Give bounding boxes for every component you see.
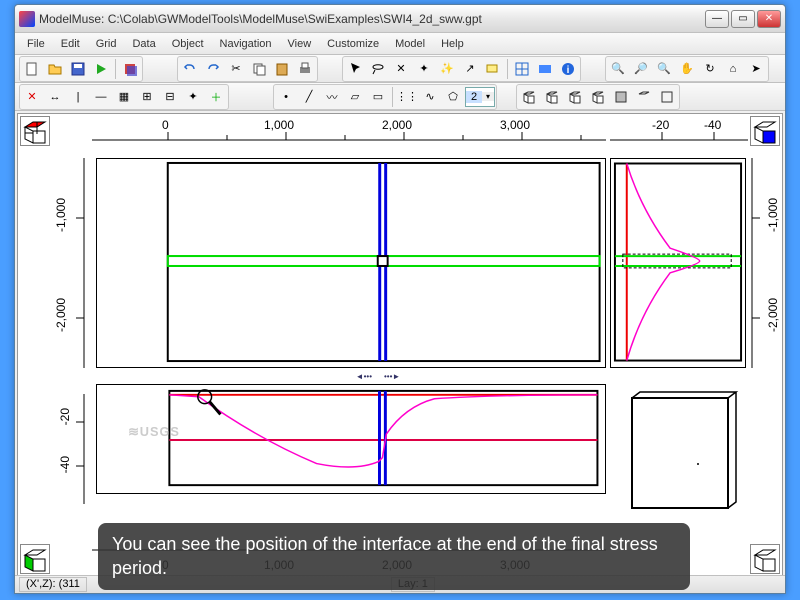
box3d-5-icon[interactable] — [610, 86, 632, 108]
curve-icon[interactable]: ∿ — [419, 86, 441, 108]
subdivide-icon[interactable]: ⊞ — [136, 86, 158, 108]
add-green-icon[interactable]: ＋ — [205, 86, 227, 108]
open-file-icon[interactable] — [44, 58, 66, 80]
menu-file[interactable]: File — [19, 36, 53, 52]
select-crosshair-icon[interactable]: ✦ — [413, 58, 435, 80]
plot-top-view[interactable] — [96, 158, 606, 368]
layers-icon[interactable] — [119, 58, 141, 80]
menu-data[interactable]: Data — [124, 36, 163, 52]
ruler-top-right: -20 -40 — [610, 114, 748, 146]
dots-icon[interactable]: ⋮⋮ — [396, 86, 418, 108]
maximize-button[interactable]: ▭ — [731, 10, 755, 28]
hline-icon[interactable]: — — [90, 86, 112, 108]
redo-icon[interactable] — [202, 58, 224, 80]
color-band-icon[interactable] — [534, 58, 556, 80]
copy-icon[interactable] — [248, 58, 270, 80]
titlebar: ModelMuse: C:\Colab\GWModelTools\ModelMu… — [15, 5, 785, 33]
side-view-cube-icon[interactable] — [750, 116, 780, 146]
status-coord: (X',Z): (311 — [19, 577, 87, 592]
rect-icon[interactable]: ▭ — [367, 86, 389, 108]
info-icon[interactable]: i — [557, 58, 579, 80]
toolbar-row-1: ✂ ✕ ✦ ✨ ↗ i 🔍 🔎 🔍 ✋ ↻ ⌂ ➤ — [15, 55, 785, 83]
horizontal-splitter[interactable]: ◄••••••► — [318, 372, 438, 380]
menu-view[interactable]: View — [280, 36, 320, 52]
grid-split-icon[interactable]: ⊟ — [159, 86, 181, 108]
home-view-icon[interactable]: ⌂ — [722, 58, 744, 80]
box3d-2-icon[interactable] — [541, 86, 563, 108]
edit-vertex-icon[interactable]: ↗ — [459, 58, 481, 80]
zoom-in-icon[interactable]: 🔍 — [607, 58, 629, 80]
close-button[interactable]: ✕ — [757, 10, 781, 28]
menu-customize[interactable]: Customize — [319, 36, 387, 52]
box3d-7-icon[interactable] — [656, 86, 678, 108]
ruler-left-lower: -20 -40 — [52, 394, 92, 504]
ruler-top-main: 0 1,000 2,000 3,000 — [92, 114, 606, 146]
box3d-6-icon[interactable] — [633, 86, 655, 108]
svg-text:i: i — [567, 65, 570, 76]
magnifier-cursor-icon — [198, 390, 221, 415]
delete-x-icon[interactable]: ✕ — [21, 86, 43, 108]
zoom-out-icon[interactable]: 🔎 — [630, 58, 652, 80]
refresh-icon[interactable]: ↻ — [699, 58, 721, 80]
menu-model[interactable]: Model — [387, 36, 433, 52]
menubar: File Edit Grid Data Object Navigation Vi… — [15, 33, 785, 55]
top-view-cube-icon[interactable] — [20, 116, 50, 146]
wand-icon[interactable]: ✨ — [436, 58, 458, 80]
caption-overlay: You can see the position of the interfac… — [98, 523, 690, 590]
pan-icon[interactable]: ✋ — [676, 58, 698, 80]
polyline-icon[interactable]: 〰 — [321, 86, 343, 108]
menu-grid[interactable]: Grid — [88, 36, 125, 52]
plot-3d-view[interactable] — [610, 384, 746, 524]
menu-help[interactable]: Help — [433, 36, 472, 52]
zoom-fit-icon[interactable]: 🔍 — [653, 58, 675, 80]
menu-edit[interactable]: Edit — [53, 36, 88, 52]
ruler-right-upper: -1,000 -2,000 — [748, 158, 780, 368]
paste-icon[interactable] — [271, 58, 293, 80]
move-icon[interactable]: ↔ — [44, 86, 66, 108]
add-surface-icon[interactable]: ✦ — [182, 86, 204, 108]
cut-icon[interactable]: ✂ — [225, 58, 247, 80]
save-icon[interactable] — [67, 58, 89, 80]
new-file-icon[interactable] — [21, 58, 43, 80]
line-icon[interactable]: ╱ — [298, 86, 320, 108]
label-icon[interactable] — [482, 58, 504, 80]
select-point-icon[interactable]: ✕ — [390, 58, 412, 80]
app-icon — [19, 11, 35, 27]
front-view-cube-icon[interactable] — [20, 544, 50, 574]
menu-object[interactable]: Object — [164, 36, 212, 52]
caption-text: You can see the position of the interfac… — [112, 534, 658, 577]
plot-side-view[interactable] — [610, 158, 746, 368]
window-title: ModelMuse: C:\Colab\GWModelTools\ModelMu… — [39, 12, 705, 26]
menu-navigation[interactable]: Navigation — [212, 36, 280, 52]
toolbar-row-2: ✕ ↔ | — ▦ ⊞ ⊟ ✦ ＋ • ╱ 〰 ▱ ▭ ⋮⋮ ∿ ⬠ ▾ — [15, 83, 785, 111]
content-area: 0 1,000 2,000 3,000 -20 -40 -1,000 -2,00… — [17, 113, 783, 577]
watermark: ≋USGS — [128, 424, 180, 439]
box3d-1-icon[interactable] — [518, 86, 540, 108]
undo-icon[interactable] — [179, 58, 201, 80]
plot-front-view[interactable]: ≋USGS — [96, 384, 606, 494]
vline-icon[interactable]: | — [67, 86, 89, 108]
3d-view-cube-icon[interactable] — [750, 544, 780, 574]
pointer2-icon[interactable]: ➤ — [745, 58, 767, 80]
polygon-icon[interactable]: ▱ — [344, 86, 366, 108]
box3d-4-icon[interactable] — [587, 86, 609, 108]
print-icon[interactable] — [294, 58, 316, 80]
select-lasso-icon[interactable] — [367, 58, 389, 80]
shape-icon[interactable]: ⬠ — [442, 86, 464, 108]
layer-spinner-value[interactable] — [466, 91, 482, 103]
app-window: ModelMuse: C:\Colab\GWModelTools\ModelMu… — [14, 4, 786, 594]
run-icon[interactable] — [90, 58, 112, 80]
layer-spinner[interactable]: ▾ — [465, 87, 495, 107]
grid-icon[interactable]: ▦ — [113, 86, 135, 108]
minimize-button[interactable]: — — [705, 10, 729, 28]
pointer-icon[interactable] — [344, 58, 366, 80]
grid-view-icon[interactable] — [511, 58, 533, 80]
point-icon[interactable]: • — [275, 86, 297, 108]
ruler-left-upper: -1,000 -2,000 — [52, 158, 92, 368]
box3d-3-icon[interactable] — [564, 86, 586, 108]
